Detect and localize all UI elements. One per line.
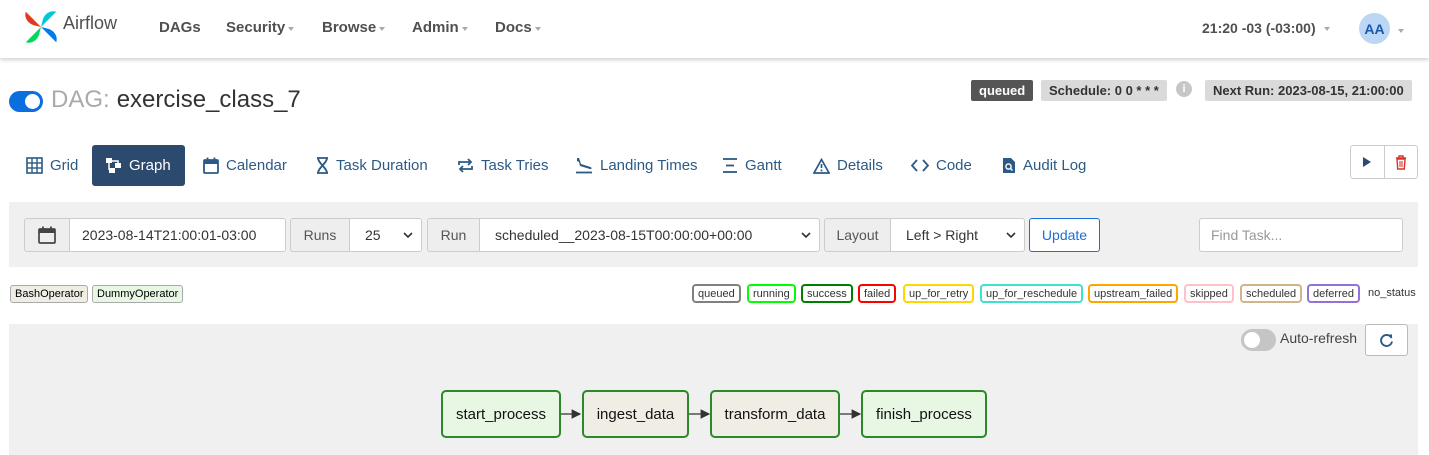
graph-edges (561, 409, 862, 419)
task-node-start-process[interactable]: start_process (441, 390, 561, 438)
task-node-ingest-data[interactable]: ingest_data (582, 390, 689, 438)
task-node-transform-data[interactable]: transform_data (710, 390, 840, 438)
task-node-finish-process[interactable]: finish_process (861, 390, 987, 438)
